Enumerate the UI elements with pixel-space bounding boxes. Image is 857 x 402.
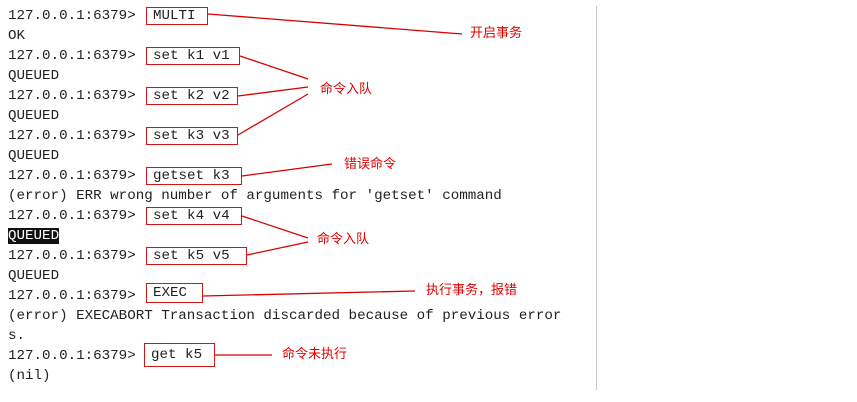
annotation-queue-2: 命令入队 (317, 232, 370, 247)
arrow-queue-1b (237, 86, 309, 97)
arrow-queue-2a (241, 215, 309, 239)
annotation-queue-1: 命令入队 (320, 82, 373, 97)
arrow-queue-1c (237, 93, 309, 136)
arrow-queue-1a (239, 55, 309, 80)
arrow-start-tx (207, 13, 463, 35)
terminal-output: 127.0.0.1:6379> MULTI OK 127.0.0.1:6379>… (0, 0, 857, 402)
annotation-start-tx: 开启事务 (470, 26, 523, 41)
arrow-queue-2b (246, 241, 309, 256)
annotation-not-executed: 命令未执行 (282, 347, 348, 362)
arrow-wrong-cmd (241, 163, 333, 177)
annotation-exec-error: 执行事务，报错 (426, 283, 518, 298)
annotation-arrows (202, 13, 463, 356)
annotation-wrong-cmd: 错误命令 (344, 157, 397, 172)
arrow-exec-error (202, 290, 416, 297)
